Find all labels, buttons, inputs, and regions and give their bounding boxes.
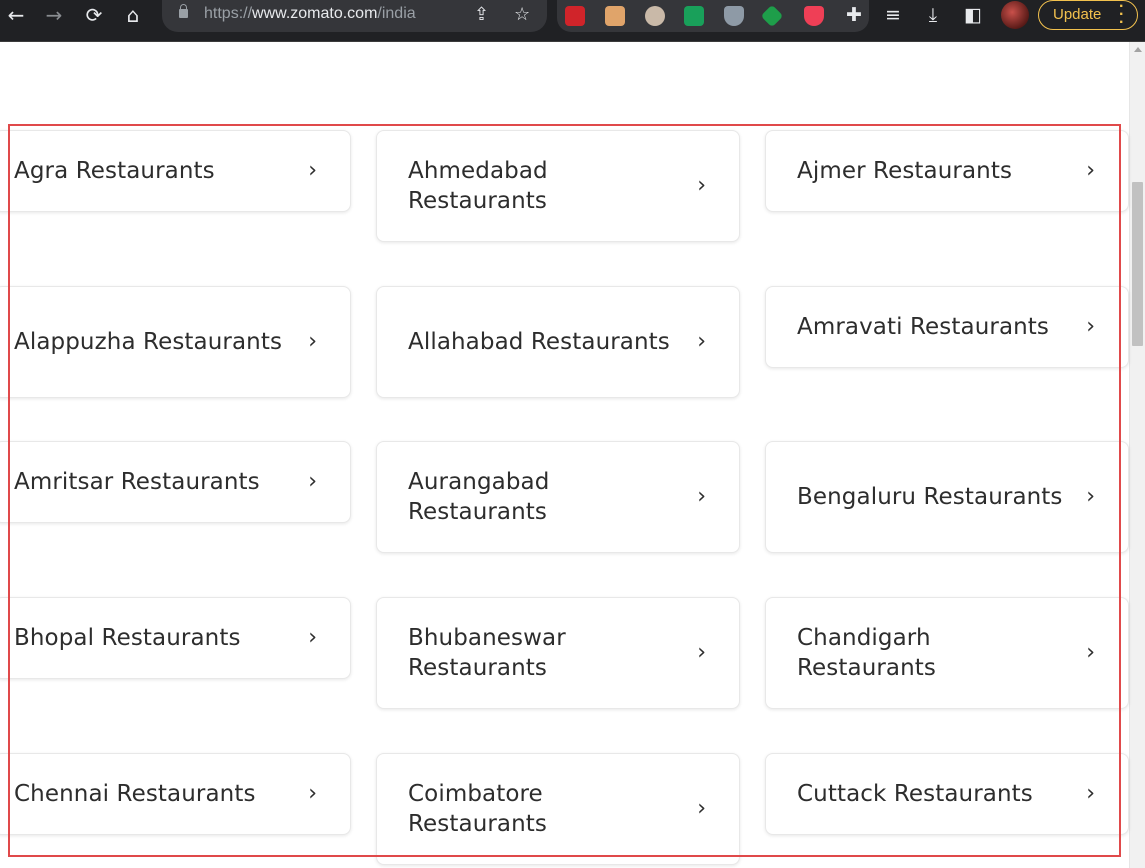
city-card-bhopal[interactable]: Bhopal Restaurants › [0,597,351,679]
city-card-label: Coimbatore Restaurants [408,781,547,837]
extension-play-icon[interactable] [684,6,704,26]
url-text[interactable]: https://www.zomato.com/india [204,5,416,23]
chevron-right-icon: › [308,469,317,494]
city-card-label: Bhopal Restaurants [14,625,241,651]
page-scrollbar[interactable] [1129,42,1145,868]
extension-red-icon[interactable] [565,6,585,26]
chevron-right-icon: › [1086,158,1095,183]
chevron-right-icon: › [1086,640,1095,665]
city-card-amritsar[interactable]: Amritsar Restaurants › [0,441,351,523]
side-panel-icon[interactable]: ◧ [960,2,986,28]
city-card-ahmedabad[interactable]: Ahmedabad Restaurants › [376,130,740,242]
reading-list-icon[interactable]: ≡ [880,2,906,28]
chevron-right-icon: › [308,781,317,806]
profile-avatar[interactable] [1001,1,1029,29]
chevron-right-icon: › [308,158,317,183]
city-card-label: Ajmer Restaurants [797,158,1013,184]
city-card-label: Chennai Restaurants [14,781,256,807]
chevron-right-icon: › [697,640,706,665]
city-card-amravati[interactable]: Amravati Restaurants › [765,286,1129,368]
extension-green-icon[interactable] [760,4,784,28]
extension-glasses-icon[interactable] [645,6,665,26]
address-bar[interactable]: https://www.zomato.com/india ⇪ ☆ [162,0,547,32]
extensions-puzzle-icon[interactable]: ✚ [841,2,867,28]
city-card-allahabad[interactable]: Allahabad Restaurants › [376,286,740,398]
city-card-label: Bhubaneswar Restaurants [408,625,566,681]
city-card-label: Aurangabad Restaurants [408,469,550,525]
city-card-label: Amritsar Restaurants [14,469,260,495]
update-button[interactable]: Update · · · [1038,0,1138,31]
city-card-bhubaneswar[interactable]: Bhubaneswar Restaurants › [376,597,740,709]
menu-dots-icon[interactable]: · · · [1119,0,1124,31]
scrollbar-thumb[interactable] [1132,182,1143,346]
chevron-right-icon: › [1086,314,1095,339]
bookmark-star-icon[interactable]: ☆ [514,2,530,28]
city-card-label: Allahabad Restaurants [408,329,670,355]
city-card-alappuzha[interactable]: Alappuzha Restaurants › [0,286,351,398]
chevron-right-icon: › [697,796,706,821]
scroll-up-arrow-icon[interactable] [1134,47,1142,52]
share-icon[interactable]: ⇪ [474,2,489,28]
update-button-label: Update [1053,6,1102,23]
city-card-chandigarh[interactable]: Chandigarh Restaurants › [765,597,1129,709]
chevron-right-icon: › [1086,781,1095,806]
city-card-label: Ahmedabad Restaurants [408,158,548,214]
city-card-coimbatore[interactable]: Coimbatore Restaurants › [376,753,740,865]
browser-toolbar: ← → ⟳ ⌂ https://www.zomato.com/india ⇪ ☆… [0,0,1145,42]
city-card-aurangabad[interactable]: Aurangabad Restaurants › [376,441,740,553]
city-card-ajmer[interactable]: Ajmer Restaurants › [765,130,1129,212]
pocket-icon[interactable] [804,6,824,26]
forward-icon[interactable]: → [38,0,70,30]
chevron-right-icon: › [308,625,317,650]
chevron-right-icon: › [308,329,317,354]
city-card-label: Amravati Restaurants [797,314,1050,340]
chevron-right-icon: › [697,329,706,354]
city-card-label: Agra Restaurants [14,158,215,184]
chevron-right-icon: › [697,484,706,509]
chevron-right-icon: › [1086,484,1095,509]
city-card-label: Alappuzha Restaurants [14,329,283,355]
city-card-cuttack[interactable]: Cuttack Restaurants › [765,753,1129,835]
city-card-label: Bengaluru Restaurants [797,484,1063,510]
city-card-bengaluru[interactable]: Bengaluru Restaurants › [765,441,1129,553]
lock-icon[interactable] [179,4,188,18]
download-icon[interactable]: ⤓ [920,2,946,28]
extensions-area: ✚ [557,0,869,32]
city-card-chennai[interactable]: Chennai Restaurants › [0,753,351,835]
city-card-agra[interactable]: Agra Restaurants › [0,130,351,212]
city-card-label: Chandigarh Restaurants [797,625,936,681]
back-icon[interactable]: ← [0,0,32,30]
extension-face-icon[interactable] [605,6,625,26]
home-icon[interactable]: ⌂ [117,0,149,30]
extension-shield-icon[interactable] [724,6,744,26]
city-card-label: Cuttack Restaurants [797,781,1033,807]
reload-icon[interactable]: ⟳ [78,0,110,30]
chevron-right-icon: › [697,173,706,198]
